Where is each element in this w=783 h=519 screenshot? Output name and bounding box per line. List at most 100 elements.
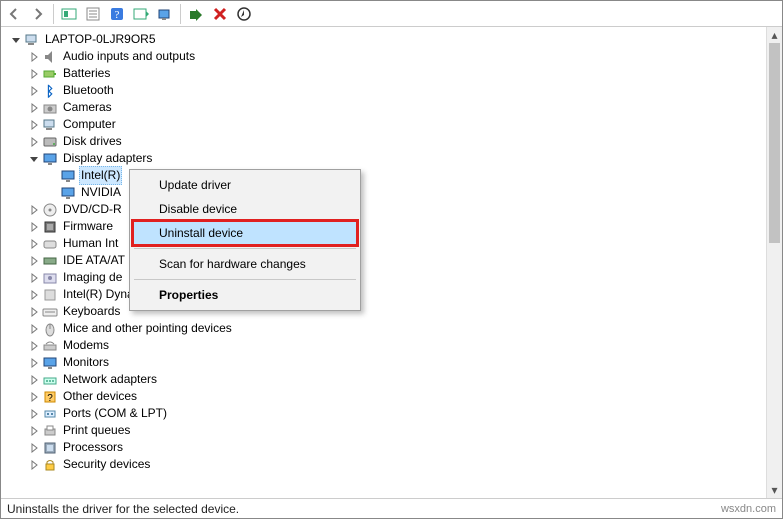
expand-toggle[interactable] xyxy=(9,33,23,47)
category-other[interactable]: ?Other devices xyxy=(9,388,782,405)
category-label: Bluetooth xyxy=(61,82,116,99)
separator xyxy=(180,4,181,24)
expand-toggle[interactable] xyxy=(27,322,41,336)
expand-toggle[interactable] xyxy=(27,305,41,319)
category-label: Mice and other pointing devices xyxy=(61,320,234,337)
category-optical[interactable]: DVD/CD-R xyxy=(9,201,782,218)
category-label: Audio inputs and outputs xyxy=(61,48,197,65)
audio-icon xyxy=(42,49,58,65)
category-ide[interactable]: IDE ATA/AT xyxy=(9,252,782,269)
scroll-up-icon[interactable]: ▴ xyxy=(767,27,782,43)
device-node[interactable]: NVIDIA xyxy=(9,184,782,201)
back-button[interactable] xyxy=(3,3,25,25)
category-label: Network adapters xyxy=(61,371,159,388)
category-port[interactable]: Ports (COM & LPT) xyxy=(9,405,782,422)
expand-toggle[interactable] xyxy=(27,271,41,285)
help-button[interactable]: ? xyxy=(106,3,128,25)
expand-toggle[interactable] xyxy=(27,84,41,98)
mouse-icon xyxy=(42,321,58,337)
category-label: Computer xyxy=(61,116,118,133)
other-icon: ? xyxy=(42,389,58,405)
expand-toggle[interactable] xyxy=(27,254,41,268)
menu-item[interactable]: Disable device xyxy=(133,197,357,221)
category-net[interactable]: Network adapters xyxy=(9,371,782,388)
category-kbd[interactable]: Keyboards xyxy=(9,303,782,320)
category-imaging[interactable]: Imaging de xyxy=(9,269,782,286)
printer-icon xyxy=(42,423,58,439)
category-monitor[interactable]: Display adapters xyxy=(9,150,782,167)
disk-icon xyxy=(42,134,58,150)
menu-item[interactable]: Update driver xyxy=(133,173,357,197)
port-icon xyxy=(42,406,58,422)
uninstall-button[interactable] xyxy=(209,3,231,25)
category-disk[interactable]: Disk drives xyxy=(9,133,782,150)
expand-toggle[interactable] xyxy=(27,220,41,234)
status-bar: Uninstalls the driver for the selected d… xyxy=(1,498,782,518)
enable-button[interactable] xyxy=(185,3,207,25)
properties-button[interactable] xyxy=(82,3,104,25)
menu-item[interactable]: Scan for hardware changes xyxy=(133,252,357,276)
action-button[interactable] xyxy=(130,3,152,25)
expand-toggle[interactable] xyxy=(27,458,41,472)
toolbar: ? xyxy=(1,1,782,27)
device-label: NVIDIA xyxy=(79,184,123,201)
monitor-icon xyxy=(60,185,76,201)
expand-toggle[interactable] xyxy=(27,288,41,302)
category-monitor[interactable]: Monitors xyxy=(9,354,782,371)
watermark: wsxdn.com xyxy=(721,503,776,515)
category-label: Processors xyxy=(61,439,125,456)
expand-toggle[interactable] xyxy=(27,67,41,81)
forward-button[interactable] xyxy=(27,3,49,25)
category-audio[interactable]: Audio inputs and outputs xyxy=(9,48,782,65)
expand-toggle[interactable] xyxy=(27,50,41,64)
update-button[interactable] xyxy=(233,3,255,25)
device-node[interactable]: Intel(R) xyxy=(9,167,782,184)
category-label: Ports (COM & LPT) xyxy=(61,405,169,422)
category-camera[interactable]: Cameras xyxy=(9,99,782,116)
expand-toggle[interactable] xyxy=(27,237,41,251)
category-modem[interactable]: Modems xyxy=(9,337,782,354)
tree-root[interactable]: LAPTOP-0LJR9OR5 xyxy=(9,31,782,48)
category-mouse[interactable]: Mice and other pointing devices xyxy=(9,320,782,337)
expand-toggle[interactable] xyxy=(27,407,41,421)
context-menu: Update driverDisable deviceUninstall dev… xyxy=(129,169,361,311)
category-pc[interactable]: Computer xyxy=(9,116,782,133)
chip-icon xyxy=(42,219,58,235)
svg-text:ᛒ: ᛒ xyxy=(46,83,54,99)
category-printer[interactable]: Print queues xyxy=(9,422,782,439)
expand-toggle[interactable] xyxy=(27,203,41,217)
category-battery[interactable]: Batteries xyxy=(9,65,782,82)
scroll-thumb[interactable] xyxy=(769,43,780,243)
expand-toggle[interactable] xyxy=(27,356,41,370)
expand-toggle[interactable] xyxy=(27,101,41,115)
expand-toggle[interactable] xyxy=(27,424,41,438)
expand-toggle[interactable] xyxy=(27,390,41,404)
expand-toggle[interactable] xyxy=(27,118,41,132)
category-label: Imaging de xyxy=(61,269,124,286)
expand-toggle[interactable] xyxy=(27,135,41,149)
show-hidden-button[interactable] xyxy=(58,3,80,25)
device-tree[interactable]: LAPTOP-0LJR9OR5Audio inputs and outputsB… xyxy=(1,27,782,473)
net-icon xyxy=(42,372,58,388)
category-bt[interactable]: ᛒ Bluetooth xyxy=(9,82,782,99)
svg-text:?: ? xyxy=(47,393,53,404)
scroll-down-icon[interactable]: ▾ xyxy=(767,482,782,498)
category-label: DVD/CD-R xyxy=(61,201,124,218)
svg-text:?: ? xyxy=(115,9,120,21)
menu-item[interactable]: Properties xyxy=(133,283,357,307)
category-cpu[interactable]: Processors xyxy=(9,439,782,456)
expand-toggle[interactable] xyxy=(27,373,41,387)
modem-icon xyxy=(42,338,58,354)
expand-toggle[interactable] xyxy=(27,152,41,166)
menu-item[interactable]: Uninstall device xyxy=(133,221,357,245)
vertical-scrollbar[interactable]: ▴ ▾ xyxy=(766,27,782,498)
menu-divider xyxy=(134,248,356,249)
category-chip[interactable]: Firmware xyxy=(9,218,782,235)
generic-icon xyxy=(42,287,58,303)
category-security[interactable]: Security devices xyxy=(9,456,782,473)
scan-button[interactable] xyxy=(154,3,176,25)
expand-toggle[interactable] xyxy=(27,339,41,353)
expand-toggle[interactable] xyxy=(27,441,41,455)
category-generic[interactable]: Intel(R) Dynamic Platform and Thermal Fr… xyxy=(9,286,782,303)
category-hid[interactable]: Human Int xyxy=(9,235,782,252)
